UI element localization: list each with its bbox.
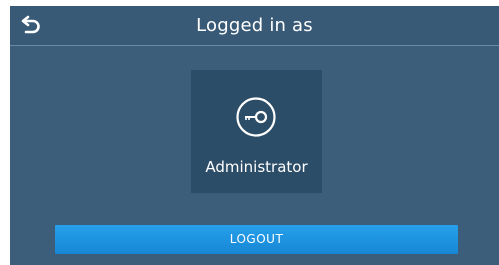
key-icon — [235, 96, 277, 138]
back-arrow-icon — [21, 15, 40, 34]
user-role-label: Administrator — [205, 158, 308, 176]
page-title: Logged in as — [196, 15, 313, 36]
logout-button[interactable]: LOGOUT — [55, 225, 458, 254]
login-status-screen: Logged in as Administrator LOGOUT — [10, 6, 499, 265]
current-user-tile: Administrator — [191, 70, 322, 193]
header-bar: Logged in as — [10, 6, 499, 46]
back-button[interactable] — [20, 14, 44, 36]
